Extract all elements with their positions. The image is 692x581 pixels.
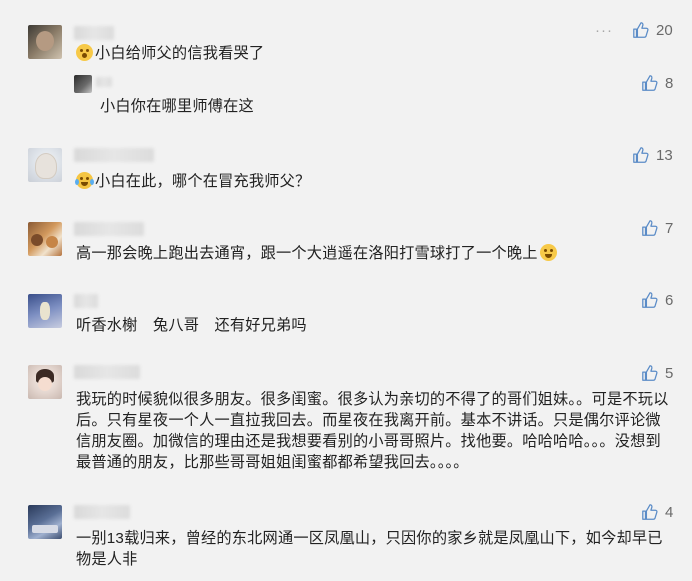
avatar[interactable] <box>28 294 62 328</box>
like-count: 7 <box>665 219 674 237</box>
reply-avatar[interactable] <box>74 75 92 93</box>
username-blurred[interactable] <box>74 294 98 308</box>
like-count: 6 <box>665 291 674 309</box>
avatar[interactable] <box>28 222 62 256</box>
like-button[interactable]: 4 <box>641 503 673 521</box>
reply-text: 小白你在哪里师傅在这 <box>100 98 254 115</box>
comment-text: 小白给师父的信我看哭了 <box>76 43 264 64</box>
grinning-sweat-icon <box>539 244 557 261</box>
like-button[interactable]: 20 <box>632 21 673 39</box>
more-options-icon[interactable]: ··· <box>595 22 613 39</box>
like-count: 4 <box>665 503 674 521</box>
username-blurred[interactable] <box>74 26 114 40</box>
like-count: 13 <box>656 146 673 164</box>
thumbs-up-icon <box>642 365 658 381</box>
comment-text: 一别13载归来，曾经的东北网通一区凤凰山，只因你的家乡就是凤凰山下，如今却早已物… <box>76 530 663 568</box>
comment-text: 高一那会晚上跑出去通宵，跟一个大逍遥在洛阳打雪球打了一个晚上 <box>76 243 559 264</box>
shocked-face-icon <box>76 44 93 61</box>
thumbs-up-icon <box>633 22 649 38</box>
like-button[interactable]: 7 <box>641 219 673 237</box>
thumbs-up-icon <box>642 292 658 308</box>
avatar[interactable] <box>28 148 62 182</box>
comment-text: 小白在此，哪个在冒充我师父？ <box>75 171 310 192</box>
like-button[interactable]: 5 <box>641 364 673 382</box>
username-blurred[interactable] <box>74 222 144 236</box>
comment-text: 听香水榭 兔八哥 还有好兄弟吗 <box>76 317 307 334</box>
like-count: 8 <box>665 74 674 92</box>
username-blurred[interactable] <box>74 505 130 519</box>
username-blurred[interactable] <box>74 148 154 162</box>
reply-username-blurred[interactable] <box>96 77 112 87</box>
like-count: 5 <box>665 364 674 382</box>
avatar[interactable] <box>28 25 62 59</box>
like-count: 20 <box>656 21 673 39</box>
comment-text: 我玩的时候貌似很多朋友。很多闺蜜。很多认为亲切的不得了的哥们姐妹。。可是不玩以后… <box>76 391 669 471</box>
thumbs-up-icon <box>642 504 658 520</box>
avatar[interactable] <box>28 365 62 399</box>
thumbs-up-icon <box>642 75 658 91</box>
username-blurred[interactable] <box>74 365 140 379</box>
like-button[interactable]: 6 <box>641 291 673 309</box>
comment-1: ··· 20 小白给师父的信我看哭了 8 小白你在哪里师傅在这 <box>0 0 692 145</box>
like-button[interactable]: 13 <box>632 146 673 164</box>
reply-like-button[interactable]: 8 <box>641 74 673 92</box>
thumbs-up-icon <box>642 220 658 236</box>
tears-of-joy-icon <box>75 172 94 189</box>
thumbs-up-icon <box>633 147 649 163</box>
avatar[interactable] <box>28 505 62 539</box>
